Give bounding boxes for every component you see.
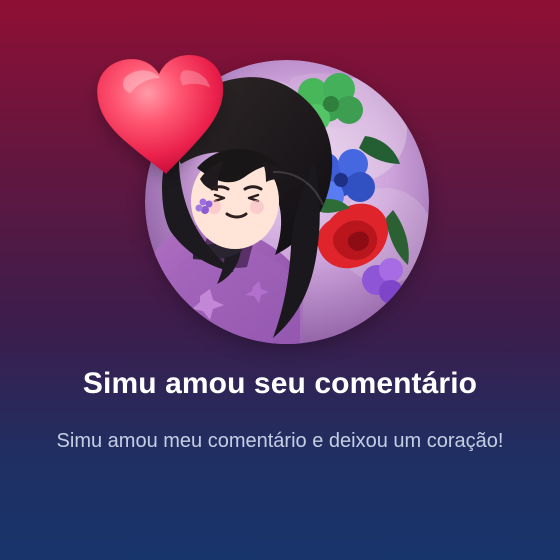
notification-description: Simu amou meu comentário e deixou um cor… — [56, 430, 504, 452]
heart-icon — [88, 45, 237, 186]
notification-card: Simu amou seu comentário Simu amou meu c… — [0, 0, 560, 560]
notification-title: Simu amou seu comentário — [82, 367, 478, 400]
